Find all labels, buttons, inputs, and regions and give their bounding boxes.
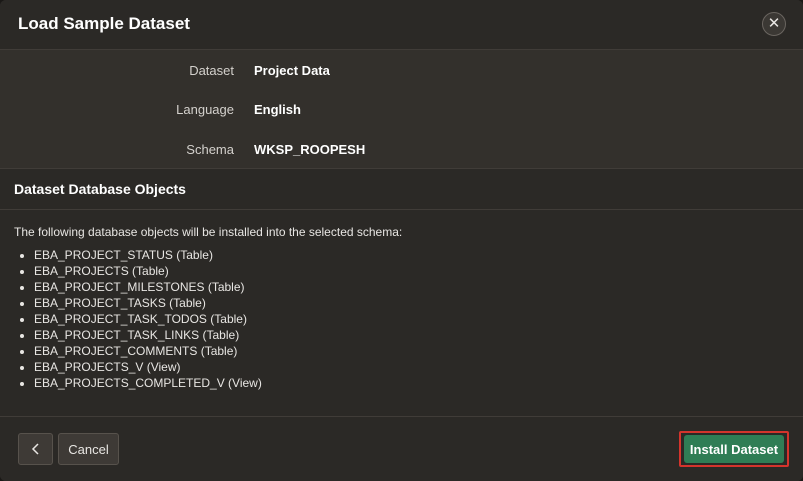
load-sample-dataset-dialog: Load Sample Dataset ✕ Dataset Project Da… — [0, 0, 803, 481]
dialog-footer: Cancel Install Dataset — [0, 416, 803, 481]
list-item: EBA_PROJECTS (Table) — [34, 263, 262, 279]
list-item: EBA_PROJECT_COMMENTS (Table) — [34, 343, 262, 359]
schema-row: Schema WKSP_ROOPESH — [0, 142, 803, 162]
dataset-label: Dataset — [189, 63, 234, 78]
dataset-objects-region: Dataset Database Objects The following d… — [0, 168, 803, 416]
cancel-button[interactable]: Cancel — [58, 433, 119, 465]
dialog-header: Load Sample Dataset ✕ — [0, 0, 803, 50]
dataset-value: Project Data — [254, 63, 330, 78]
language-label: Language — [176, 102, 234, 117]
list-item: EBA_PROJECT_STATUS (Table) — [34, 247, 262, 263]
region-header: Dataset Database Objects — [0, 169, 803, 210]
list-item: EBA_PROJECT_TASKS (Table) — [34, 295, 262, 311]
region-title: Dataset Database Objects — [14, 181, 186, 197]
language-row: Language English — [0, 102, 803, 122]
close-icon: ✕ — [767, 15, 781, 32]
dialog-title: Load Sample Dataset — [18, 14, 190, 33]
install-dataset-button[interactable]: Install Dataset — [684, 435, 784, 463]
dataset-row: Dataset Project Data — [0, 63, 803, 83]
list-item: EBA_PROJECT_TASK_LINKS (Table) — [34, 327, 262, 343]
list-item: EBA_PROJECT_MILESTONES (Table) — [34, 279, 262, 295]
chevron-left-icon — [31, 443, 39, 455]
language-value: English — [254, 102, 301, 117]
install-highlight-box: Install Dataset — [679, 431, 789, 467]
back-button[interactable] — [18, 433, 53, 465]
dataset-form: Dataset Project Data Language English Sc… — [0, 50, 803, 168]
objects-intro-text: The following database objects will be i… — [14, 225, 403, 239]
close-button[interactable]: ✕ — [762, 12, 786, 36]
schema-label: Schema — [186, 142, 234, 157]
list-item: EBA_PROJECTS_COMPLETED_V (View) — [34, 375, 262, 391]
list-item: EBA_PROJECT_TASK_TODOS (Table) — [34, 311, 262, 327]
objects-list: EBA_PROJECT_STATUS (Table) EBA_PROJECTS … — [20, 247, 262, 391]
list-item: EBA_PROJECTS_V (View) — [34, 359, 262, 375]
schema-value: WKSP_ROOPESH — [254, 142, 366, 157]
